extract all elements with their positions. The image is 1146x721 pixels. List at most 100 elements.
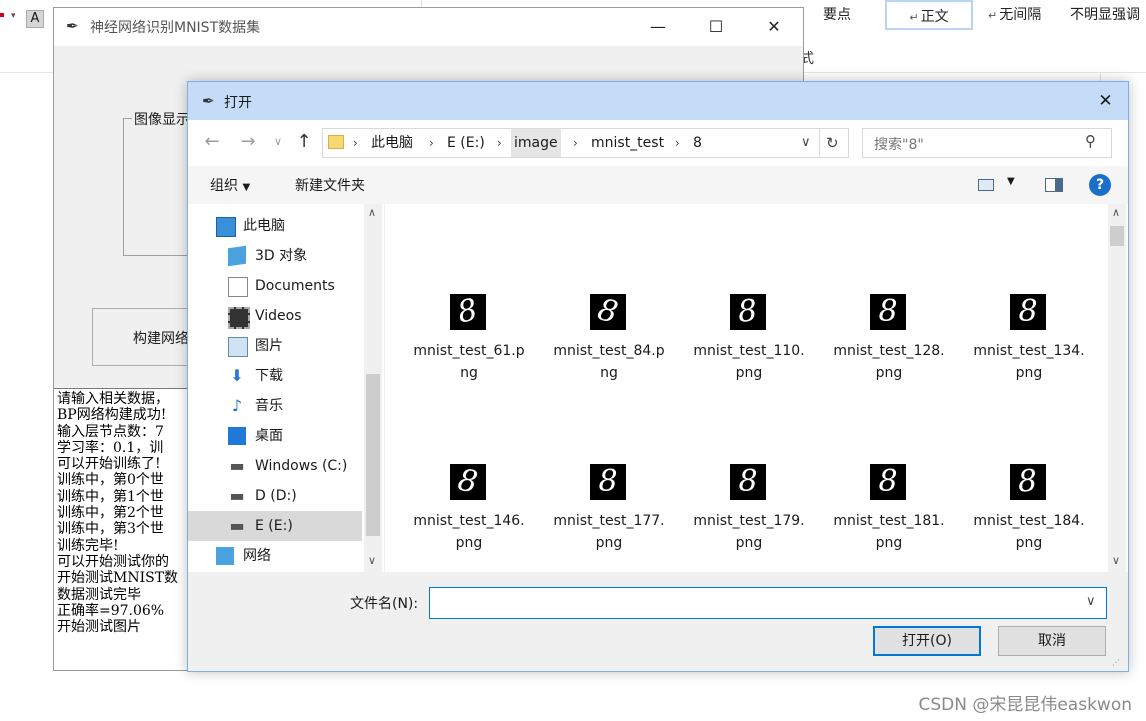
new-folder-button[interactable]: 新建文件夹 [295,175,365,195]
nav-item-7[interactable]: 桌面 [188,421,362,451]
drive-icon: ▬ [229,456,245,475]
help-icon[interactable]: ? [1089,174,1111,196]
files-scrollbar[interactable]: ∧ ∨ [1108,204,1126,572]
file-item[interactable]: 8 mnist_test_84.png [549,292,669,414]
files-scrollbar-thumb[interactable] [1110,226,1124,246]
style-zhengwen[interactable]: ↵ 正文 [885,0,973,30]
file-item[interactable]: 8 mnist_test_184.png [969,463,1089,572]
search-box[interactable]: 搜索"8" ⚲ [862,128,1112,158]
nav-item-4[interactable]: 图片 [188,331,362,361]
address-bar[interactable]: › 此电脑 › E (E:) › image › mnist_test › 8 … [322,128,849,158]
file-item[interactable]: 8 mnist_test_134.png [969,294,1089,414]
style-zhengwen-label: 正文 [920,9,949,25]
file-name: mnist_test_184.png [973,513,1085,551]
nav-item-11[interactable]: 网络 [188,541,362,571]
minimize-icon[interactable]: — [629,8,687,46]
file-item[interactable]: 8 mnist_test_110.png [689,293,809,414]
nav-item-6[interactable]: ♪ 音乐 [188,391,362,421]
dialog-navigation-bar: ← → ∨ ↑ › 此电脑 › E (E:) › image › mnist_t… [188,120,1128,166]
style-bumingxian[interactable]: 不明显强调 [1070,0,1140,30]
file-item[interactable]: 8 mnist_test_179.png [689,464,809,572]
cancel-button[interactable]: 取消 [998,626,1106,656]
resize-grip-icon[interactable]: ⋰ [1112,658,1120,667]
file-item[interactable]: 8 mnist_test_128.png [829,294,949,414]
file-name: mnist_test_61.png [413,343,525,381]
filename-dropdown-icon[interactable]: ∨ [1086,594,1096,609]
preview-pane-icon[interactable] [1045,178,1063,192]
digit-glyph: 8 [738,464,758,499]
scroll-down-icon[interactable]: ∨ [368,554,376,567]
nav-item-0[interactable]: 此电脑 [188,211,362,241]
breadcrumb-separator-icon: › [675,136,680,150]
back-arrow-icon[interactable]: ← [200,130,224,154]
scroll-up-icon[interactable]: ∧ [1112,206,1120,219]
nav-item-8[interactable]: ▬ Windows (C:) [188,451,362,481]
view-options-icon[interactable] [978,179,994,191]
main-titlebar: ✒ 神经网络识别MNIST数据集 — ☐ ✕ [54,8,803,46]
file-item[interactable]: 8 mnist_test_61.png [409,292,529,414]
nav-item-3[interactable]: Videos [188,301,362,331]
close-icon[interactable]: ✕ [745,8,803,46]
nav-item-9[interactable]: ▬ D (D:) [188,481,362,511]
filename-label: 文件名(N): [350,596,419,612]
style-yaodian[interactable]: 要点 [823,0,851,30]
log-line: 可以开始训练了! [57,456,161,473]
digit-glyph: 8 [598,464,618,499]
nav-item-label: E (E:) [255,518,293,534]
nav-item-label: D (D:) [255,488,297,504]
nav-item-2[interactable]: Documents [188,271,362,301]
digit-glyph: 8 [878,294,898,329]
open-button[interactable]: 打开(O) [873,626,981,656]
organize-button[interactable]: 组织 ▼ [210,175,250,195]
nav-scrollbar-thumb[interactable] [366,374,380,536]
cube-icon [228,245,246,267]
log-line: BP网络构建成功! [57,407,167,424]
file-item[interactable]: 8 mnist_test_177.png [549,464,669,572]
nav-scrollbar[interactable]: ∧ ∨ [364,204,382,572]
breadcrumb-separator-icon: › [573,136,578,150]
file-name: mnist_test_84.png [553,343,665,381]
return-icon: ↵ [988,9,998,22]
main-window-title: 神经网络识别MNIST数据集 [90,20,261,36]
scroll-up-icon[interactable]: ∧ [368,206,376,219]
scroll-down-icon[interactable]: ∨ [1112,554,1120,567]
recent-chevron-icon[interactable]: ∨ [266,130,290,154]
search-icon[interactable]: ⚲ [1085,132,1096,150]
breadcrumb-image[interactable]: image [511,129,561,157]
file-thumbnail-image: 8 [730,293,766,330]
nav-tree: 此电脑 3D 对象 Documents Videos 图片 ⬇ 下载 ♪ 音乐 桌面 ▬ Window… [188,204,362,572]
up-arrow-icon[interactable]: ↑ [292,130,316,154]
file-item[interactable]: 8 mnist_test_181.png [829,464,949,572]
file-item[interactable]: 8 mnist_test_146.png [409,463,529,572]
style-wujiange[interactable]: ↵ 无间隔 [988,0,1041,30]
dropdown-arrow-icon[interactable]: ▾ [11,11,16,21]
view-dropdown-icon[interactable]: ▼ [1007,176,1015,187]
dialog-close-icon[interactable]: ✕ [1083,82,1128,120]
navigation-pane: 此电脑 3D 对象 Documents Videos 图片 ⬇ 下载 ♪ 音乐 桌面 ▬ Window… [188,204,384,572]
maximize-icon[interactable]: ☐ [687,8,745,46]
file-thumbnail-image: 8 [1010,294,1046,330]
refresh-icon[interactable]: ↻ [826,129,839,157]
digit-glyph: 8 [594,292,622,331]
char-shading-button[interactable]: A [26,10,44,28]
computer-icon [216,217,236,237]
nav-item-1[interactable]: 3D 对象 [188,241,362,271]
breadcrumb-8[interactable]: 8 [693,129,702,157]
breadcrumb-mnist-test[interactable]: mnist_test [591,129,664,157]
log-textbox[interactable]: 请输入相关数据， BP网络构建成功! 输入层节点数：7 学习率：0.1，训 可以开始训练… [54,388,194,670]
file-thumbnail-image: 8 [730,464,766,500]
nav-item-label: 下载 [255,368,283,384]
forward-arrow-icon[interactable]: → [236,130,260,154]
nav-item-label: 图片 [255,338,283,354]
log-line: 请输入相关数据， [57,391,169,407]
breadcrumb-drive-e[interactable]: E (E:) [447,129,485,157]
file-name: mnist_test_177.png [553,513,665,551]
nav-item-5[interactable]: ⬇ 下载 [188,361,362,391]
nav-item-10[interactable]: ▬ E (E:) [188,511,362,541]
breadcrumb-this-pc[interactable]: 此电脑 [371,129,413,157]
drive-icon: ▬ [229,486,245,505]
log-line: 学习率：0.1，训 [57,439,164,456]
address-dropdown-icon[interactable]: ∨ [801,129,811,157]
filename-input[interactable]: ∨ [429,587,1107,619]
file-name: mnist_test_179.png [693,513,805,551]
